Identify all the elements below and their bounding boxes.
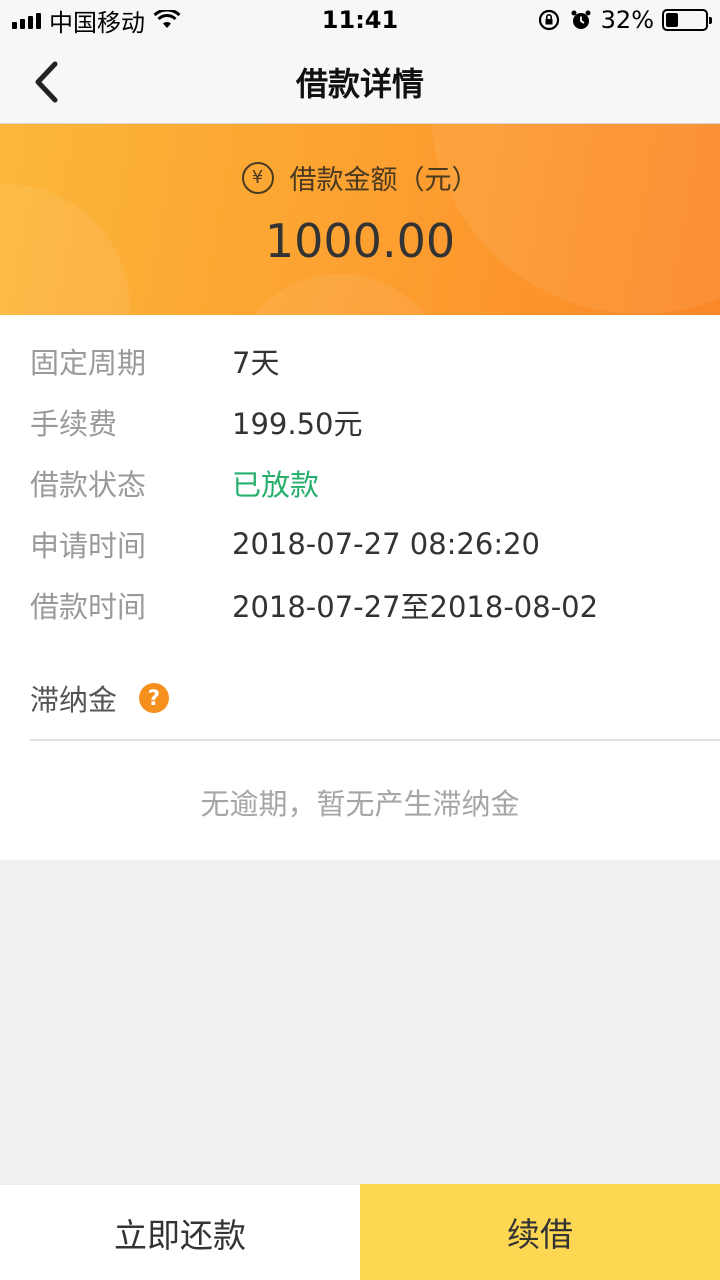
yen-icon: ¥	[241, 161, 274, 194]
detail-row-loan-time: 借款时间 2018-07-27至2018-08-02	[30, 585, 598, 625]
signal-icon	[12, 11, 41, 29]
detail-label: 借款状态	[30, 468, 147, 502]
detail-label: 借款时间	[30, 590, 147, 624]
chevron-left-icon	[35, 61, 58, 103]
loan-amount-banner: ¥ 借款金额（元） 1000.00	[0, 124, 720, 315]
late-fee-header: 滞纳金 ?	[30, 677, 170, 719]
detail-label: 申请时间	[30, 529, 147, 563]
renew-loan-button[interactable]: 续借	[360, 1184, 720, 1280]
wifi-icon	[153, 10, 181, 28]
repay-now-button[interactable]: 立即还款	[0, 1184, 360, 1280]
help-icon[interactable]: ?	[139, 683, 170, 713]
rotation-lock-icon	[538, 9, 559, 31]
detail-row-status: 借款状态 已放款	[30, 463, 319, 503]
battery-percent: 32%	[600, 6, 654, 34]
late-fee-label: 滞纳金	[30, 683, 118, 717]
status-bar: 中国移动 11:41 32%	[0, 0, 720, 40]
detail-value: 2018-07-27 08:26:20	[232, 527, 540, 561]
page-title: 借款详情	[295, 64, 424, 103]
loan-amount-label-text: 借款金额（元）	[289, 165, 479, 196]
back-button[interactable]	[22, 58, 70, 106]
loan-amount-value: 1000.00	[264, 214, 456, 268]
detail-row-apply-time: 申请时间 2018-07-27 08:26:20	[30, 524, 540, 564]
detail-row-period: 固定周期 7天	[30, 341, 279, 381]
nav-bar: 借款详情	[0, 40, 720, 124]
bottom-action-bar: 立即还款 续借	[0, 1184, 720, 1280]
divider	[30, 739, 720, 741]
alarm-icon	[571, 10, 591, 29]
detail-label: 手续费	[30, 407, 118, 441]
carrier-name: 中国移动	[49, 8, 145, 37]
detail-value: 199.50元	[232, 407, 363, 441]
status-badge: 已放款	[232, 468, 320, 502]
loan-amount-label: ¥ 借款金额（元）	[0, 158, 720, 197]
battery-icon	[662, 9, 712, 31]
loan-details: 固定周期 7天 手续费 199.50元 借款状态 已放款 申请时间 2018-0…	[0, 315, 720, 860]
battery-level	[666, 13, 679, 27]
detail-value: 7天	[232, 346, 280, 380]
detail-row-fee: 手续费 199.50元	[30, 402, 362, 442]
late-fee-note: 无逾期，暂无产生滞纳金	[200, 787, 520, 821]
detail-value: 2018-07-27至2018-08-02	[232, 590, 599, 624]
detail-label: 固定周期	[30, 346, 147, 380]
status-left: 中国移动	[12, 3, 181, 38]
status-right: 32%	[537, 6, 712, 34]
